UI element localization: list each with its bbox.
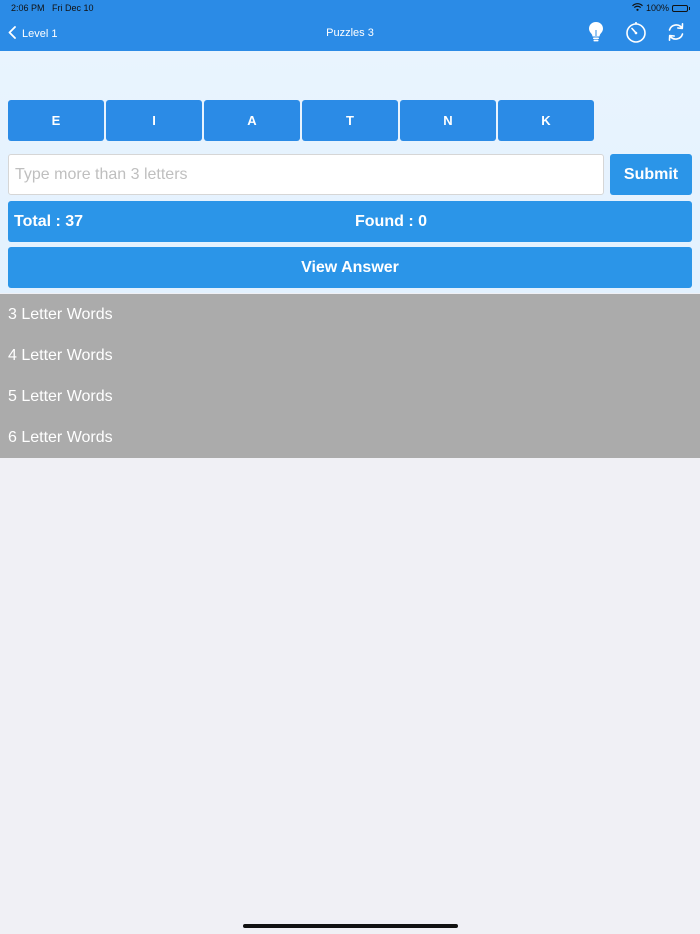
word-input[interactable] [8,154,604,195]
word-group-3[interactable]: 3 Letter Words [0,294,700,335]
word-group-list: 3 Letter Words 4 Letter Words 5 Letter W… [0,294,700,458]
total-count: Total : 37 [14,213,84,230]
letter-tile[interactable]: N [400,100,496,141]
letter-tile[interactable]: I [106,100,202,141]
word-group-4[interactable]: 4 Letter Words [0,335,700,376]
nav-icons [584,20,688,44]
battery-percent: 100% [645,3,669,13]
bulb-icon[interactable] [584,20,608,44]
status-time: 2:06 PM [11,3,45,13]
letter-tiles: E I A T N K [8,100,594,141]
letter-tile[interactable]: A [204,100,300,141]
status-date: Fri Dec 10 [52,3,94,13]
word-group-6[interactable]: 6 Letter Words [0,417,700,458]
letter-tile[interactable]: K [498,100,594,141]
home-indicator[interactable] [243,924,458,928]
navigation-bar: 2:06 PM Fri Dec 10 100% Level 1 Puzzles … [0,0,700,51]
letter-tile[interactable]: T [302,100,398,141]
word-group-5[interactable]: 5 Letter Words [0,376,700,417]
submit-button[interactable]: Submit [610,154,692,195]
status-right: 100% [632,3,690,13]
battery-icon [672,4,690,12]
wifi-icon [632,3,643,13]
timer-icon[interactable] [624,20,648,44]
status-bar: 2:06 PM Fri Dec 10 100% [0,0,700,17]
refresh-icon[interactable] [664,20,688,44]
found-count: Found : 0 [355,213,427,230]
letter-tile[interactable]: E [8,100,104,141]
view-answer-button[interactable]: View Answer [8,247,692,288]
stats-bar: Total : 37 Found : 0 [8,201,692,242]
